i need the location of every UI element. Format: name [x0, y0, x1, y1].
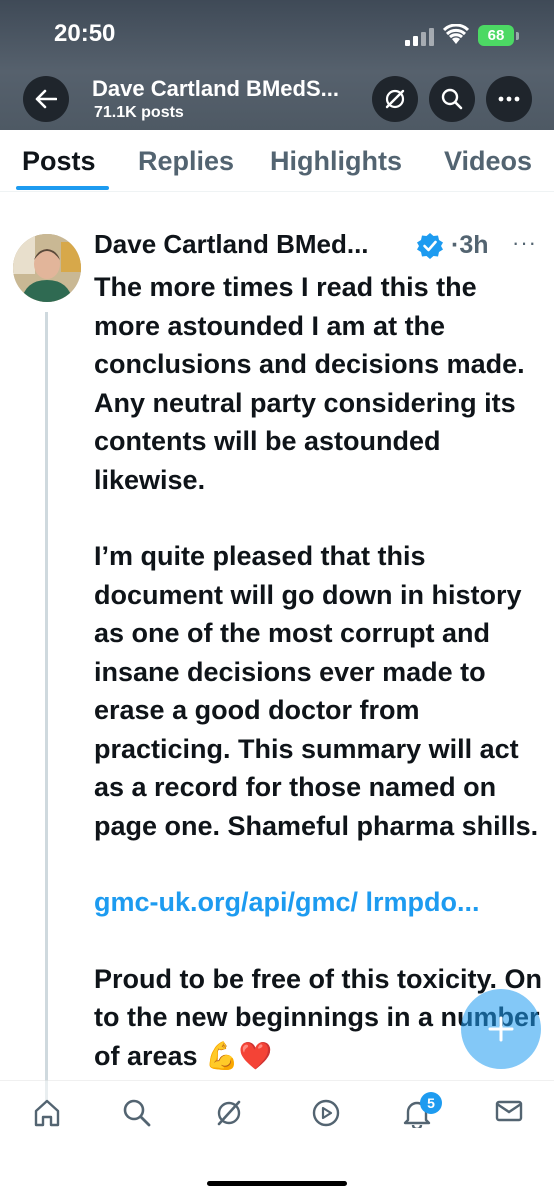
search-icon	[441, 88, 463, 110]
post-link[interactable]: gmc-uk.org/api/gmc/ lrmpdo...	[94, 883, 544, 922]
home-indicator	[207, 1181, 347, 1186]
tab-posts[interactable]: Posts	[22, 146, 96, 177]
thread-line	[45, 312, 48, 1102]
signal-icon	[405, 28, 435, 46]
tab-replies[interactable]: Replies	[138, 146, 234, 177]
posts-count: 71.1K posts	[94, 104, 184, 121]
avatar[interactable]	[13, 234, 81, 302]
post-author[interactable]: Dave Cartland BMed...	[94, 229, 369, 260]
tab-videos[interactable]: Videos	[444, 146, 532, 177]
post-more-button[interactable]: ···	[512, 230, 537, 256]
back-button[interactable]	[23, 76, 69, 122]
verified-badge-icon	[417, 233, 443, 259]
battery-icon: 68	[478, 25, 514, 46]
grok-icon	[385, 89, 405, 109]
messages-icon[interactable]	[494, 1098, 524, 1124]
battery-level: 68	[487, 27, 505, 44]
more-button[interactable]	[486, 76, 532, 122]
tabs-divider	[0, 191, 554, 192]
avatar-photo	[13, 234, 81, 302]
compose-button[interactable]	[461, 989, 541, 1069]
back-arrow-icon	[35, 89, 57, 109]
grok-icon[interactable]	[214, 1098, 244, 1128]
profile-tabs: Posts Replies Highlights Videos	[0, 130, 554, 192]
more-icon	[498, 96, 520, 102]
status-time: 20:50	[54, 20, 116, 47]
post-paragraph-2: I’m quite pleased that this document wil…	[94, 541, 539, 841]
account-name: Dave Cartland BMedS...	[92, 76, 339, 101]
post-text: The more times I read this the more asto…	[94, 268, 544, 1075]
plus-icon	[488, 1016, 514, 1042]
post-paragraph-1: The more times I read this the more asto…	[94, 272, 525, 495]
battery-tip	[516, 32, 519, 40]
wifi-icon	[443, 24, 469, 44]
communities-icon[interactable]	[311, 1098, 341, 1128]
post-timestamp[interactable]: ·3h	[451, 231, 489, 260]
tab-highlights[interactable]: Highlights	[270, 146, 402, 177]
home-icon[interactable]	[33, 1098, 61, 1128]
profile-header: 20:50 68 Dave Cartland BMedS... 71.1K po…	[0, 0, 554, 130]
grok-button[interactable]	[372, 76, 418, 122]
active-tab-indicator	[16, 186, 109, 190]
notification-badge: 5	[420, 1092, 442, 1114]
search-icon[interactable]	[122, 1098, 152, 1128]
search-button[interactable]	[429, 76, 475, 122]
